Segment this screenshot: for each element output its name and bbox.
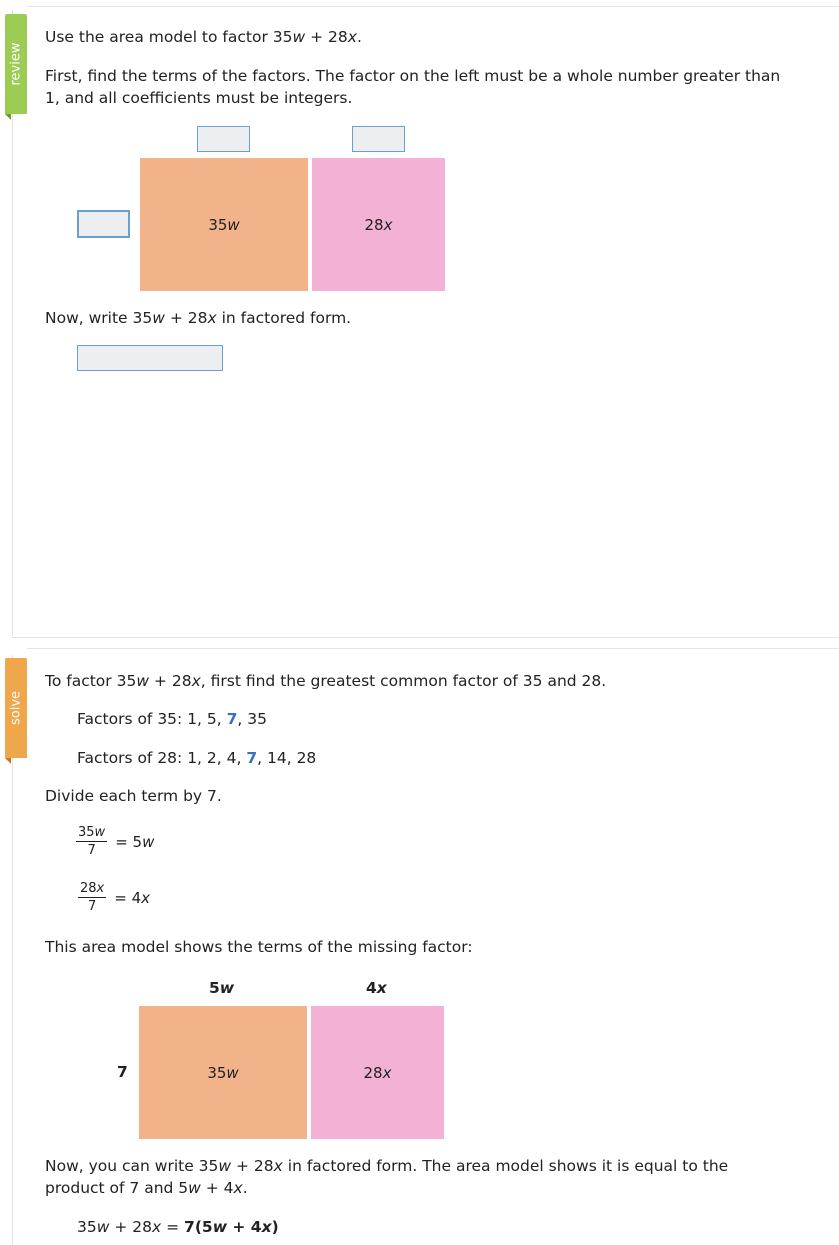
- review-top-border: [27, 6, 839, 7]
- divide-instruction: Divide each term by 7.: [45, 787, 222, 805]
- final-answer: 35w + 28x = 7(5w + 4x): [77, 1218, 279, 1236]
- review-instruction: First, find the terms of the factors. Th…: [45, 67, 781, 107]
- review-prompt: Use the area model to factor 35w + 28x.: [45, 28, 362, 46]
- review-area-block-right: 28x: [312, 158, 445, 291]
- factored-form-input[interactable]: [77, 345, 223, 371]
- fraction-35w-numerator: 35w: [76, 825, 108, 842]
- fraction-28x-denominator: 7: [87, 899, 97, 914]
- gcf-highlight-28: 7: [246, 749, 258, 767]
- solve-intro: To factor 35w + 28x, first find the grea…: [45, 672, 607, 690]
- fraction-28x-result: = 4x: [114, 888, 151, 907]
- solve-tab-fold: [5, 758, 11, 764]
- review-area-block-left-label: 35w: [208, 215, 240, 234]
- review-tab-fold: [5, 114, 11, 120]
- area-intro: This area model shows the terms of the m…: [45, 938, 473, 956]
- solve-top-right-factor: 4x: [366, 979, 387, 997]
- review-area-block-right-label: 28x: [364, 215, 393, 234]
- gcf-highlight-35: 7: [226, 710, 238, 728]
- fraction-35w-result: = 5w: [115, 832, 155, 851]
- fraction-35w-denominator: 7: [87, 843, 96, 858]
- solve-area-block-right: 28x: [311, 1006, 444, 1139]
- conclusion-line-2: product of 7 and 5w + 4x.: [45, 1179, 248, 1197]
- review-tab-label: review: [8, 42, 24, 86]
- review-area-block-left: 35w: [140, 158, 308, 291]
- side-factor-input[interactable]: [77, 210, 130, 238]
- solve-area-block-right-label: 28x: [363, 1063, 392, 1082]
- solve-area-block-left-label: 35w: [207, 1063, 239, 1082]
- top-right-factor-input[interactable]: [352, 126, 405, 152]
- top-left-factor-input[interactable]: [197, 126, 250, 152]
- conclusion-line-1: Now, you can write 35w + 28x in factored…: [45, 1157, 729, 1175]
- review-bottom-border: [12, 637, 839, 638]
- solve-tab-label: solve: [8, 690, 24, 726]
- solve-top-border: [27, 648, 839, 649]
- fraction-35w: 35w 7 = 5w: [76, 825, 154, 858]
- solve-top-left-factor: 5w: [209, 979, 235, 997]
- fraction-28x-numerator: 28x: [78, 881, 107, 898]
- factors-of-28: Factors of 28: 1, 2, 4, 7, 14, 28: [77, 749, 317, 767]
- solve-side-factor: 7: [117, 1063, 128, 1081]
- solve-tab[interactable]: solve: [5, 658, 27, 758]
- review-write-prompt: Now, write 35w + 28x in factored form.: [45, 309, 352, 327]
- solve-area-block-left: 35w: [139, 1006, 307, 1139]
- final-factored-form: 7(5w + 4x): [184, 1218, 279, 1236]
- review-tab[interactable]: review: [5, 14, 27, 114]
- factors-of-35: Factors of 35: 1, 5, 7, 35: [77, 710, 267, 728]
- fraction-28x: 28x 7 = 4x: [78, 881, 150, 914]
